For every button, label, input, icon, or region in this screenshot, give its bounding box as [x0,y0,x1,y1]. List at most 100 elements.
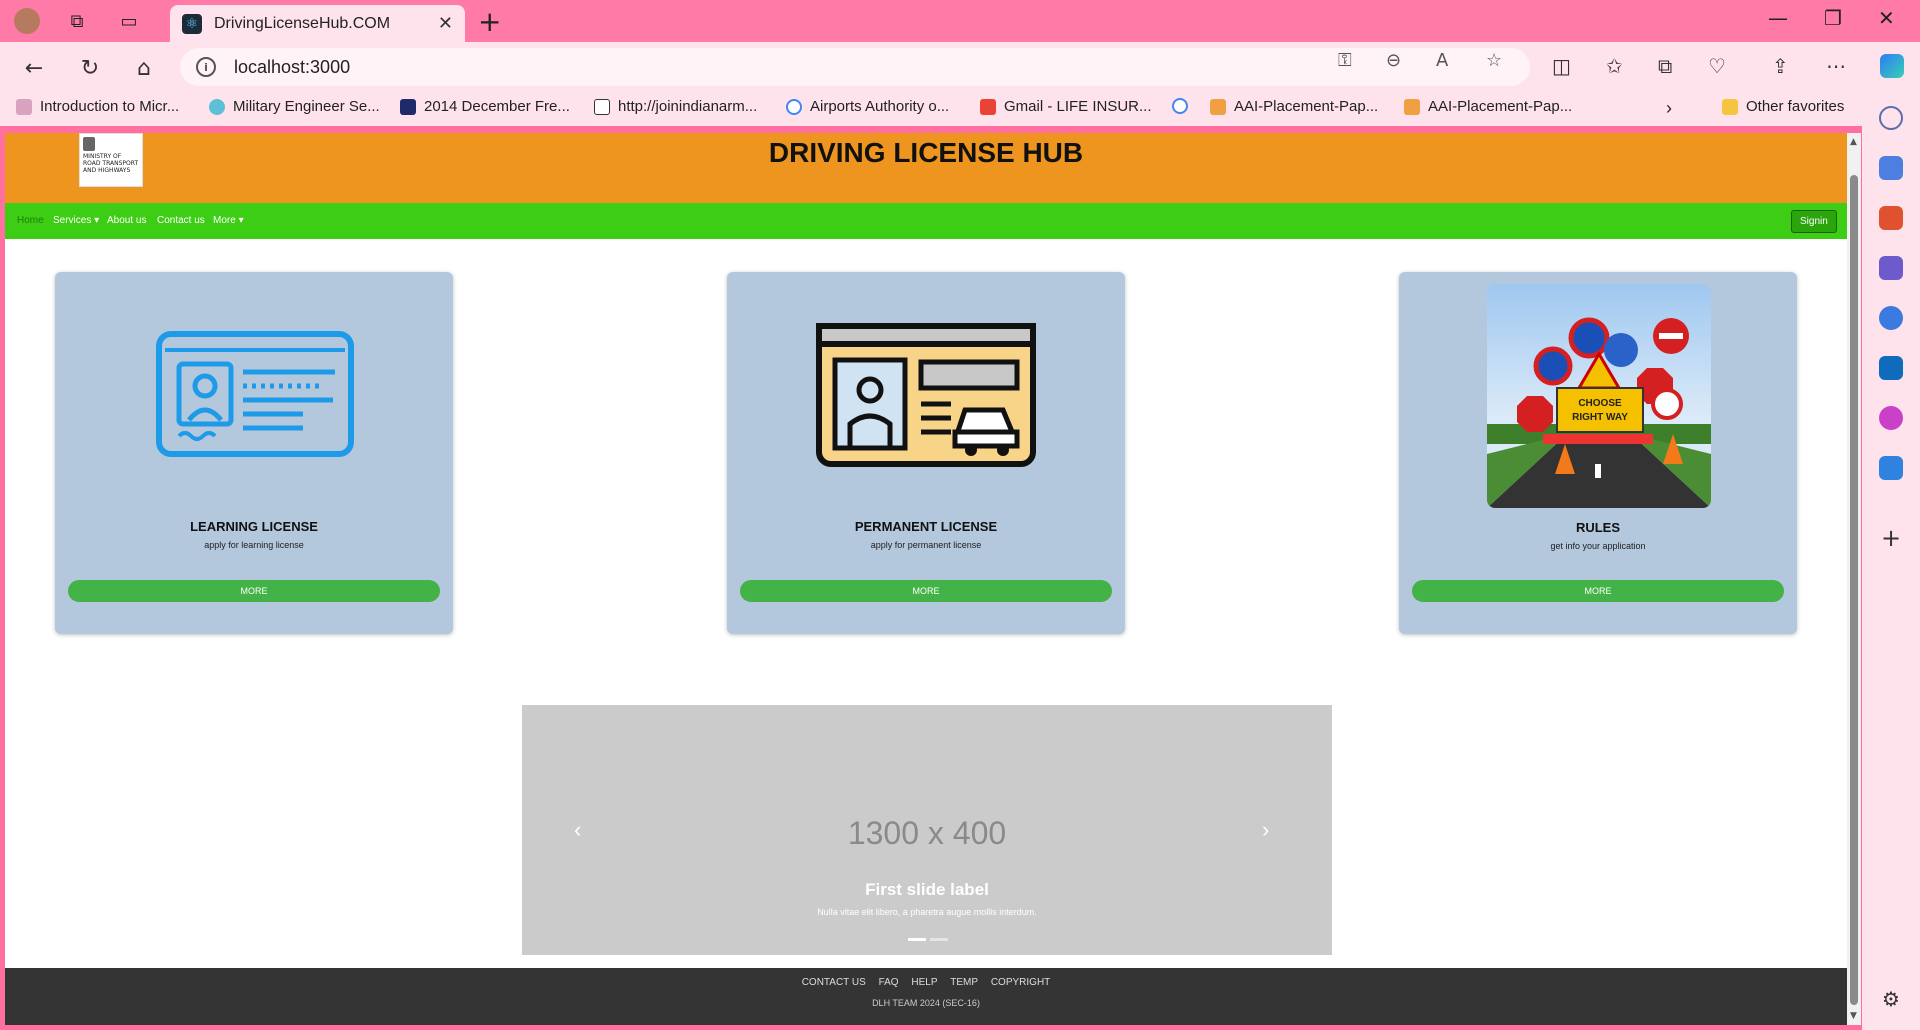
zoom-out-icon[interactable]: ⊖ [1386,50,1401,71]
favorite-item[interactable]: Military Engineer Se... [209,98,380,115]
tab-actions-icon[interactable]: ▭ [116,8,142,34]
carousel-next-icon[interactable]: › [1262,817,1269,843]
learning-license-more-button[interactable]: MORE [68,580,440,602]
google-icon [786,98,802,115]
tab-title: DrivingLicenseHub.COM [214,14,391,32]
designer-icon[interactable] [1879,406,1903,430]
footer-link-copyright[interactable]: COPYRIGHT [991,977,1050,988]
close-window-button[interactable]: ✕ [1878,6,1895,30]
permanent-license-image [815,284,1039,508]
chevron-right-icon[interactable]: › [1666,98,1672,119]
tools-icon[interactable] [1879,206,1903,230]
page-icon [594,98,610,115]
nav-home[interactable]: Home [17,215,44,226]
new-tab-button[interactable]: + [478,5,501,38]
favicon-icon [1210,98,1226,115]
favicon-icon [209,98,225,115]
permanent-license-more-button[interactable]: MORE [740,580,1112,602]
profile-avatar[interactable] [14,8,40,34]
footer-link-temp[interactable]: TEMP [950,977,978,988]
favorite-item[interactable]: AAI-Placement-Pap... [1404,98,1572,115]
favorite-item[interactable]: Gmail - LIFE INSUR... [980,98,1152,115]
road-signs-icon: CHOOSE RIGHT WAY [1487,284,1711,508]
scroll-down-icon[interactable]: ▼ [1850,1011,1857,1021]
favorite-star-icon[interactable]: ☆ [1486,50,1502,71]
caret-down-icon: ▾ [94,215,100,226]
footer-link-faq[interactable]: FAQ [879,977,899,988]
add-icon[interactable]: + [1879,526,1903,550]
send-icon[interactable] [1879,456,1903,480]
nav-services-dropdown[interactable]: Services ▾ [53,215,99,226]
minimize-button[interactable]: — [1768,6,1788,30]
split-screen-icon[interactable]: ◫ [1552,54,1571,78]
favorite-item[interactable]: Airports Authority o... [786,98,949,115]
footer-link-contact[interactable]: CONTACT US [802,977,866,988]
address-bar[interactable]: i localhost:3000 [180,48,1530,86]
page-scrollbar[interactable]: ▲ ▼ [1847,133,1861,1025]
carousel-indicator-active[interactable] [908,938,926,941]
workspaces-icon[interactable]: ⧉ [64,8,90,34]
signin-button[interactable]: Signin [1791,210,1837,233]
page-viewport: MINISTRY OF ROAD TRANSPORT AND HIGHWAYS … [5,133,1847,1025]
google-icon [1172,98,1188,114]
carousel-indicator[interactable] [930,938,948,941]
back-button[interactable]: ← [18,52,50,84]
read-aloud-icon[interactable]: A [1436,50,1448,71]
key-icon[interactable]: ⚿ [1338,50,1352,71]
settings-gear-icon[interactable]: ⚙ [1879,987,1903,1011]
search-icon[interactable] [1879,106,1903,130]
copilot-icon[interactable] [1880,54,1904,78]
favorites-icon[interactable]: ✩ [1606,54,1623,78]
rules-card: CHOOSE RIGHT WAY RULES get info your app… [1399,272,1797,634]
favorites-bar: Introduction to Micr... Military Enginee… [0,92,1920,126]
site-header: MINISTRY OF ROAD TRANSPORT AND HIGHWAYS … [5,133,1847,203]
footer-link-help[interactable]: HELP [911,977,937,988]
favorite-item[interactable]: Introduction to Micr... [16,98,179,115]
favicon-icon [16,98,32,115]
favorite-item[interactable] [1172,98,1196,114]
folder-icon [1722,98,1738,115]
card-subtitle: apply for learning license [204,540,304,550]
slide-label: First slide label [865,880,989,899]
nav-more-dropdown[interactable]: More ▾ [213,215,244,226]
rules-more-button[interactable]: MORE [1412,580,1784,602]
other-favorites[interactable]: Other favorites [1722,98,1844,115]
gmail-icon [980,98,996,115]
copilot-sidebar-icon[interactable] [1879,306,1903,330]
learning-license-image [143,284,367,508]
road-signs-image: CHOOSE RIGHT WAY [1487,284,1711,508]
scroll-up-icon[interactable]: ▲ [1850,137,1857,147]
games-icon[interactable] [1879,256,1903,280]
restore-button[interactable]: ❐ [1824,6,1842,30]
card-subtitle: apply for permanent license [870,540,982,550]
browser-titlebar: ⧉ ▭ ⚛ DrivingLicenseHub.COM ✕ + — ❐ ✕ [0,0,1920,42]
shopping-tag-icon[interactable] [1879,156,1903,180]
close-tab-icon[interactable]: ✕ [438,13,453,34]
edge-sidebar: + ⚙ [1862,92,1920,1030]
favorite-item[interactable]: http://joinindianarm... [594,98,757,115]
collections-icon[interactable]: ⧉ [1658,54,1672,78]
refresh-button[interactable]: ↻ [74,52,106,84]
favorite-item[interactable]: 2014 December Fre... [400,98,570,115]
more-menu-icon[interactable]: ⋯ [1826,54,1846,78]
home-button[interactable]: ⌂ [128,52,160,84]
card-title: RULES [1575,520,1621,535]
nav-contact[interactable]: Contact us [157,215,205,226]
site-title: DRIVING LICENSE HUB [768,137,1084,168]
sign-text: CHOOSE [1578,398,1622,409]
svg-text:RIGHT WAY: RIGHT WAY [1572,412,1628,423]
id-card-icon [143,284,367,508]
active-tab[interactable]: ⚛ DrivingLicenseHub.COM ✕ [170,5,465,42]
learning-license-card: LEARNING LICENSE apply for learning lice… [55,272,453,634]
favorite-item[interactable]: AAI-Placement-Pap... [1210,98,1378,115]
site-footer: CONTACT US FAQ HELP TEMP COPYRIGHT DLH T… [5,968,1847,1025]
scroll-thumb[interactable] [1850,175,1858,1005]
browser-essentials-icon[interactable]: ♡ [1708,54,1726,78]
outlook-icon[interactable] [1879,356,1903,380]
card-title: PERMANENT LICENSE [854,519,998,534]
nav-about[interactable]: About us [107,215,146,226]
share-icon[interactable]: ⇪ [1772,54,1789,78]
carousel-prev-icon[interactable]: ‹ [574,817,581,843]
url-text[interactable]: localhost:3000 [234,57,350,78]
site-info-icon[interactable]: i [196,57,216,77]
